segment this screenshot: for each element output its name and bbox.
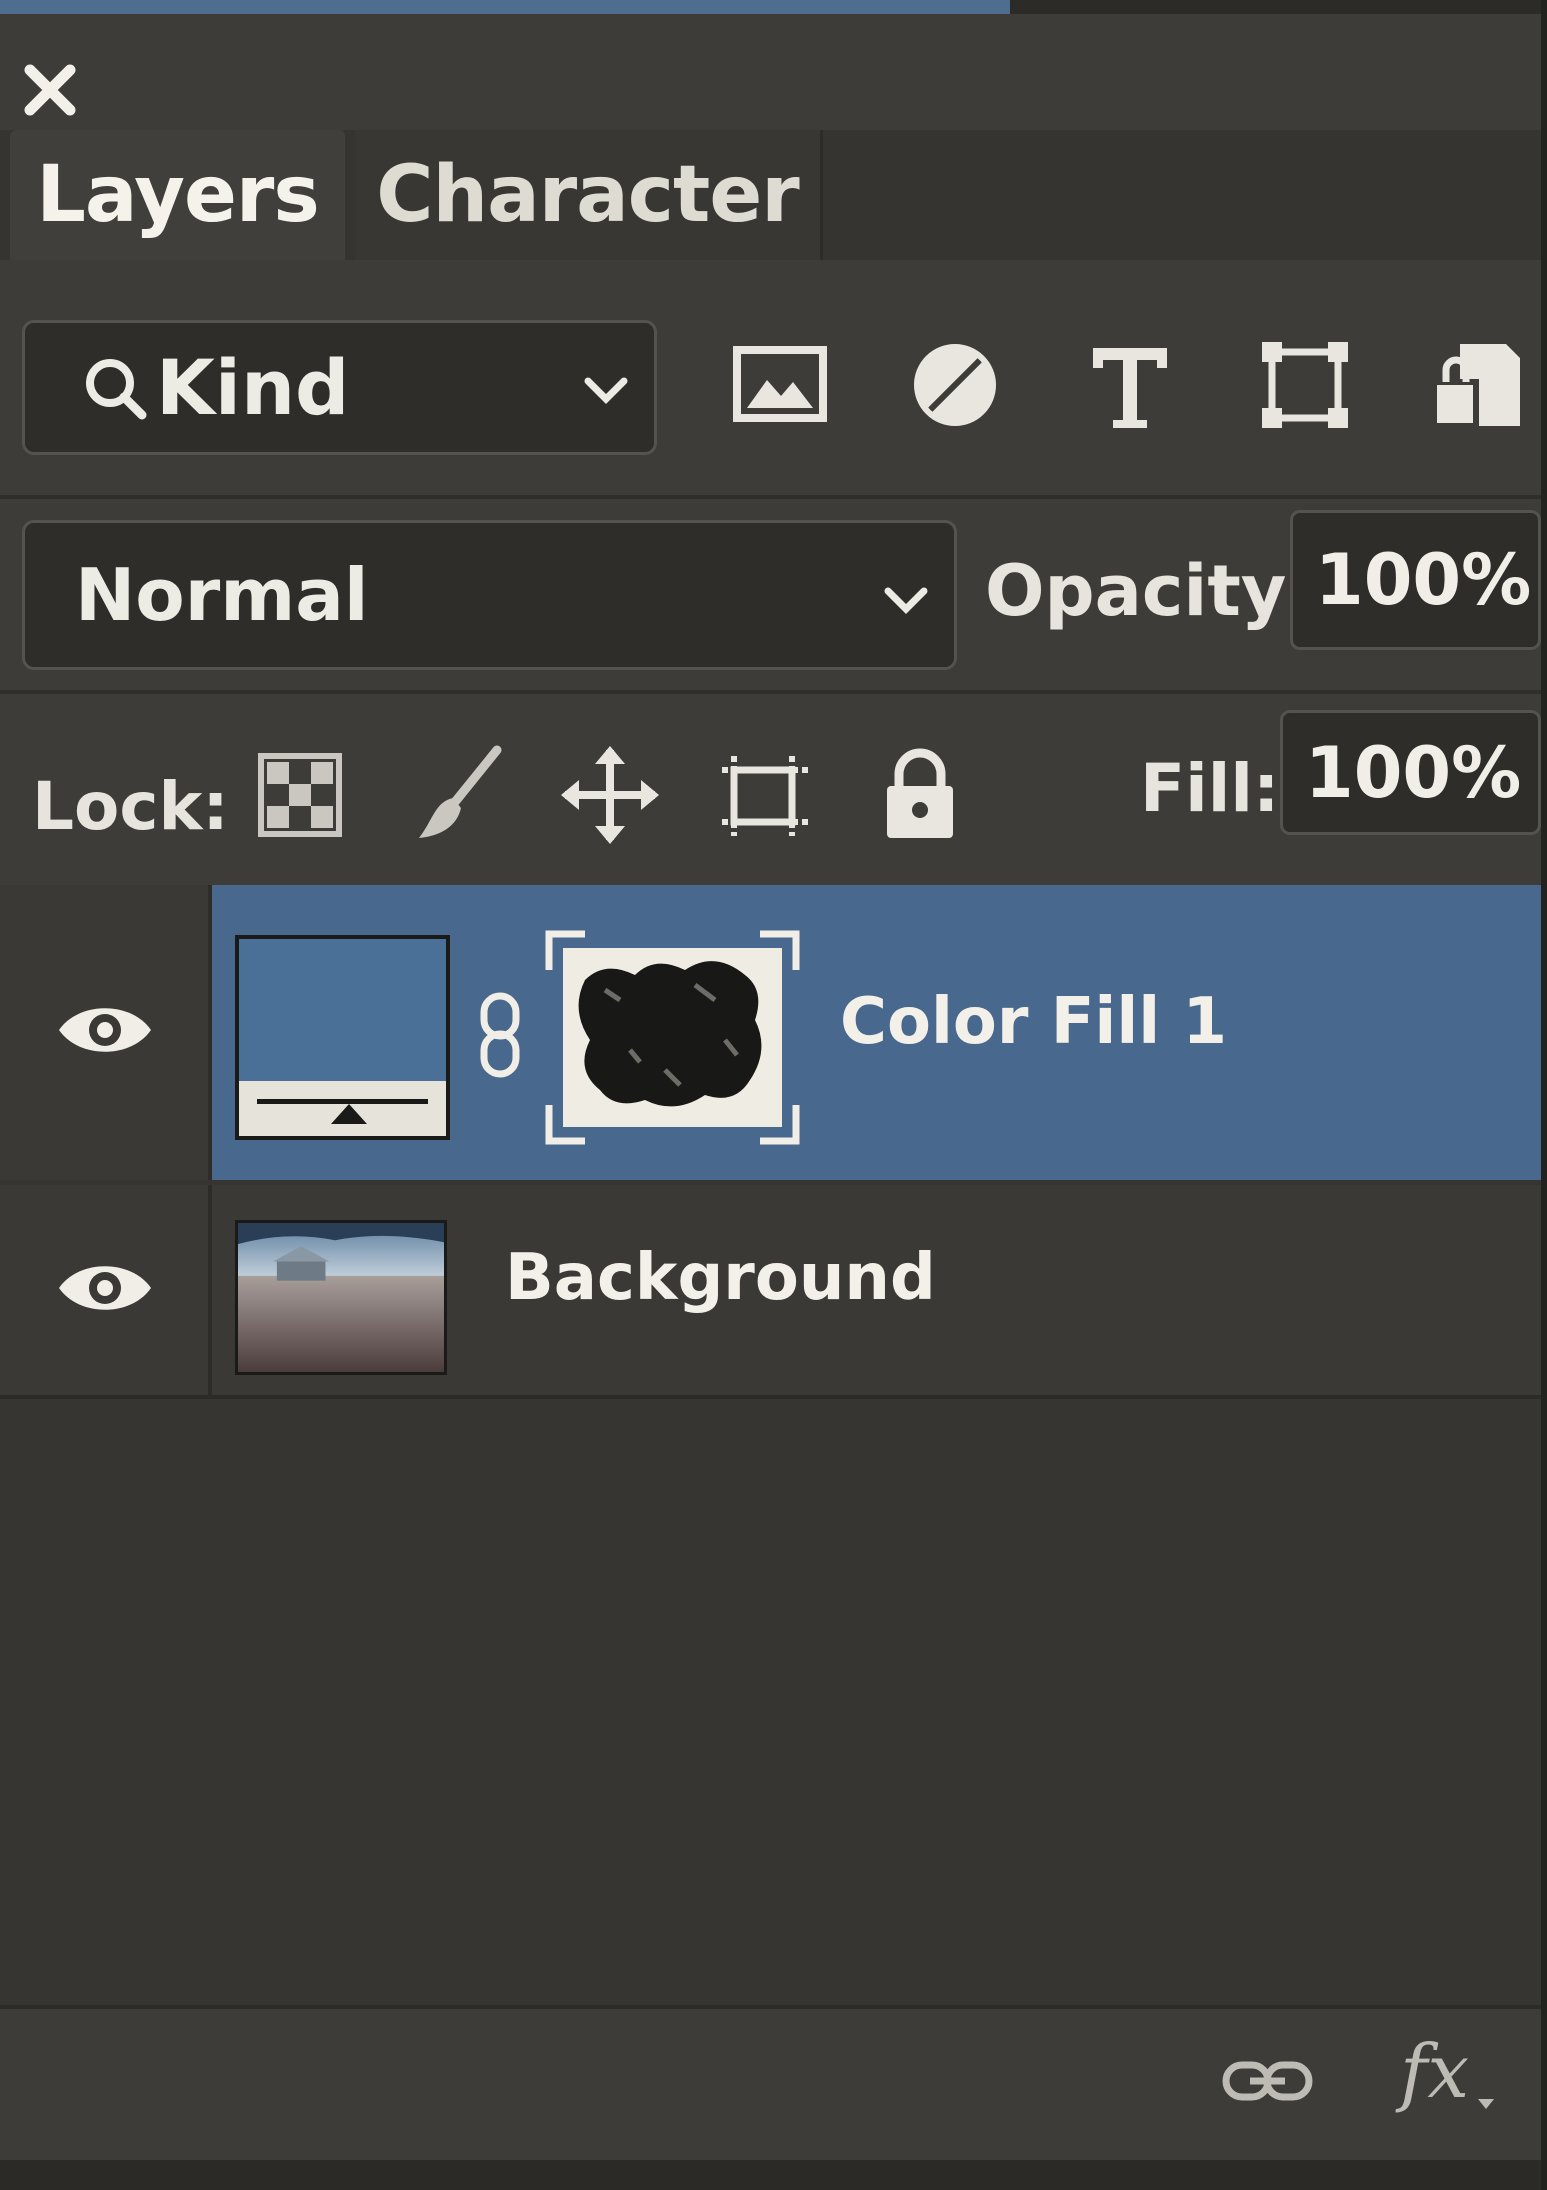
lock-all-icon[interactable] <box>865 740 975 850</box>
layer-mask-thumbnail[interactable] <box>545 930 800 1145</box>
shape-filter-icon[interactable] <box>1250 330 1360 440</box>
panel-right-edge <box>1541 0 1547 2190</box>
layers-panel: Layers Character Kind Normal Opacity: 10… <box>0 0 1547 2190</box>
close-icon[interactable] <box>22 62 78 118</box>
blend-row: Normal Opacity: 100% <box>0 510 1541 680</box>
layer-effects-icon[interactable]: fx <box>1400 2029 1469 2115</box>
smart-object-filter-icon[interactable] <box>1420 330 1530 440</box>
chevron-down-icon <box>884 587 928 614</box>
top-strip <box>0 0 1547 14</box>
chain-link-icon[interactable] <box>470 990 530 1080</box>
filter-row: Kind <box>0 290 1541 490</box>
layer-name[interactable]: Background <box>505 1241 936 1315</box>
layers-list: Color Fill 1 Background <box>0 885 1541 2005</box>
background-layer-thumbnail[interactable] <box>235 1220 447 1375</box>
eye-icon[interactable] <box>55 995 155 1065</box>
kind-filter-select[interactable]: Kind <box>22 320 657 455</box>
layer-row-color-fill[interactable]: Color Fill 1 <box>0 885 1541 1180</box>
lock-row: Lock: Fill: 100% <box>0 700 1541 880</box>
chevron-down-icon <box>1478 2099 1494 2109</box>
lock-image-pixels-icon[interactable] <box>405 740 515 850</box>
image-filter-icon[interactable] <box>725 330 835 440</box>
blend-mode-select[interactable]: Normal <box>22 520 957 670</box>
search-icon <box>86 358 147 419</box>
type-filter-icon[interactable] <box>1075 330 1185 440</box>
opacity-input[interactable]: 100% <box>1290 510 1541 650</box>
opacity-label: Opacity: <box>985 550 1315 632</box>
tab-layers[interactable]: Layers <box>10 130 345 260</box>
tab-bar: Layers Character <box>0 130 1541 260</box>
lock-artboard-icon[interactable] <box>710 740 820 850</box>
layer-row-background[interactable]: Background <box>0 1185 1541 1399</box>
lock-label: Lock: <box>32 768 229 845</box>
chevron-down-icon <box>584 377 628 404</box>
divider <box>0 495 1541 499</box>
bottom-bar <box>0 2160 1541 2190</box>
eye-icon[interactable] <box>55 1253 155 1323</box>
panel-footer: fx <box>0 2005 1541 2159</box>
fill-input[interactable]: 100% <box>1280 710 1541 835</box>
layer-name[interactable]: Color Fill 1 <box>840 985 1227 1059</box>
adjustment-filter-icon[interactable] <box>900 330 1010 440</box>
blend-mode-value: Normal <box>75 553 369 637</box>
fill-layer-thumbnail[interactable] <box>235 935 450 1140</box>
link-layers-icon[interactable] <box>1220 2051 1315 2111</box>
kind-filter-label: Kind <box>156 343 350 432</box>
tab-character[interactable]: Character <box>355 130 823 260</box>
lock-position-icon[interactable] <box>555 740 665 850</box>
lock-transparent-pixels-icon[interactable] <box>245 740 355 850</box>
fill-label: Fill: <box>1140 750 1280 827</box>
divider <box>0 690 1541 694</box>
